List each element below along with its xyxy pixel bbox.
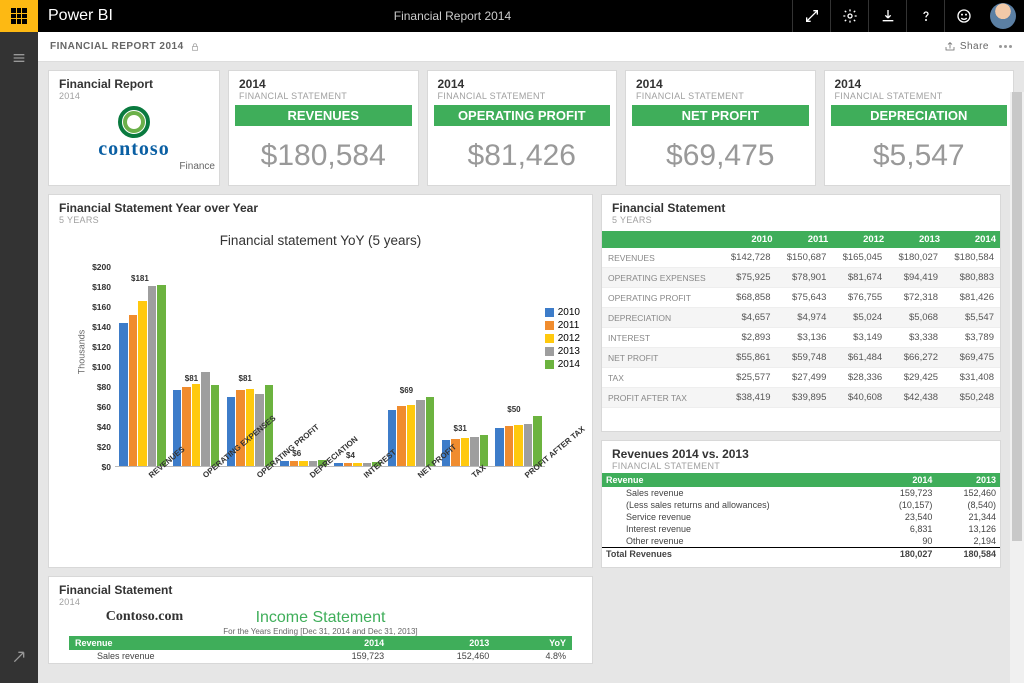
scroll-thumb[interactable] [1012,92,1022,541]
top-bar: Power BI Financial Report 2014 [0,0,1024,32]
kpi-tile-1[interactable]: 2014FINANCIAL STATEMENTOPERATING PROFIT$… [427,70,618,186]
document-title: Financial Report 2014 [113,9,792,23]
income-table: Revenue20142013YoYSales revenue159,72315… [69,636,572,662]
left-rail [0,32,38,683]
feedback-icon[interactable] [944,0,982,32]
sub-header: FINANCIAL REPORT 2014 Share [38,32,1024,62]
income-statement-tile[interactable]: Financial Statement2014 Contoso.com Inco… [48,576,593,664]
revenues-table: Revenue20142013Sales revenue159,723152,4… [602,473,1000,560]
kpi-tile-2[interactable]: 2014FINANCIAL STATEMENTNET PROFIT$69,475 [625,70,816,186]
download-icon[interactable] [868,0,906,32]
contoso-logo: contoso Finance [49,103,219,175]
financial-statement-tile[interactable]: Financial Statement5 YEARS 2010201120122… [601,194,1001,432]
scrollbar[interactable] [1010,92,1024,683]
top-actions [792,0,1024,32]
dashboard-canvas: Financial Report2014 contoso Finance 201… [38,62,1024,683]
help-icon[interactable] [906,0,944,32]
kpi-tile-0[interactable]: 2014FINANCIAL STATEMENTREVENUES$180,584 [228,70,419,186]
logo-tile[interactable]: Financial Report2014 contoso Finance [48,70,220,186]
lock-icon [190,42,200,52]
app-launcher[interactable] [0,0,38,32]
revenues-tile[interactable]: Revenues 2014 vs. 2013FINANCIAL STATEMEN… [601,440,1001,568]
financial-table: 20102011201220132014Revenues$142,728$150… [602,231,1000,408]
expand-icon[interactable] [792,0,830,32]
kpi-tile-3[interactable]: 2014FINANCIAL STATEMENTDEPRECIATION$5,54… [824,70,1015,186]
app-title: Power BI [38,7,113,25]
chart-legend: 20102011201220132014 [545,305,580,372]
bar-chart: Financial statement YoY (5 years) Thousa… [49,227,592,563]
gear-icon[interactable] [830,0,868,32]
menu-icon[interactable] [0,42,38,74]
popout-icon[interactable] [0,641,38,673]
share-button[interactable]: Share [944,41,989,53]
more-menu[interactable] [999,45,1012,48]
breadcrumb[interactable]: FINANCIAL REPORT 2014 [50,41,184,52]
avatar[interactable] [990,3,1016,29]
yoy-chart-tile[interactable]: Financial Statement Year over Year5 YEAR… [48,194,593,568]
